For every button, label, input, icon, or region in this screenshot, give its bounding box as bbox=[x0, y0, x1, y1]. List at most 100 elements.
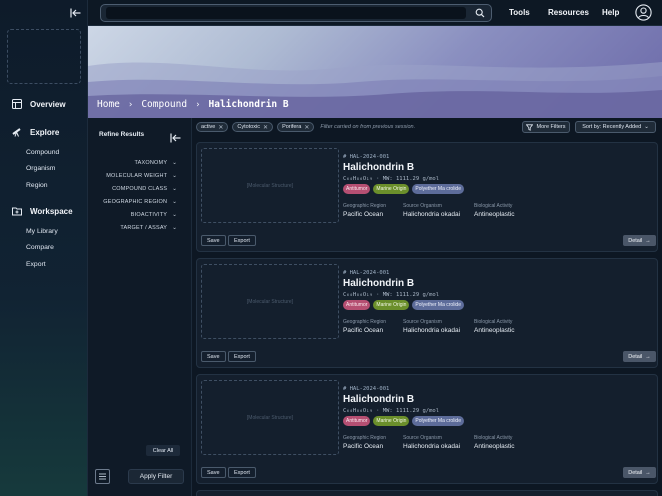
prop-value: Pacific Ocean bbox=[343, 443, 384, 450]
prop-biological-activity: Biological Activity Antineoplastic bbox=[474, 319, 514, 334]
nav-explore[interactable]: Explore bbox=[12, 127, 59, 137]
tag-marine-origin: Marine Origin bbox=[373, 184, 410, 194]
close-icon[interactable]: ✕ bbox=[218, 124, 223, 131]
breadcrumb-separator: › bbox=[195, 99, 201, 110]
molecular-structure-placeholder: [Molecular Structure] bbox=[201, 380, 339, 455]
nav-compare[interactable]: Compare bbox=[26, 244, 54, 251]
compound-name[interactable]: Halichondrin B bbox=[343, 278, 414, 289]
folder-plus-icon bbox=[12, 207, 22, 216]
filter-bioactivity[interactable]: BIOACTIVITY ⌄ bbox=[131, 212, 177, 218]
user-avatar-icon[interactable] bbox=[635, 4, 652, 21]
search-input[interactable] bbox=[106, 7, 466, 19]
tag-polyether: Polyether Ma crolide bbox=[412, 416, 464, 426]
molecular-structure-placeholder: [Molecular Structure] bbox=[201, 264, 339, 339]
more-filters-button[interactable]: More Filters bbox=[522, 121, 570, 133]
tag-list: Antitumor Marine Origin Polyether Ma cro… bbox=[343, 184, 464, 194]
filter-label: BIOACTIVITY bbox=[130, 212, 168, 218]
filter-chip[interactable]: active ✕ bbox=[196, 122, 229, 132]
nav-export[interactable]: Export bbox=[26, 261, 46, 268]
filter-chip[interactable]: Porifera ✕ bbox=[277, 122, 315, 132]
tools-link[interactable]: Tools bbox=[509, 8, 530, 17]
save-button[interactable]: Save bbox=[201, 235, 226, 246]
export-button[interactable]: Export bbox=[228, 351, 256, 362]
close-icon[interactable]: ✕ bbox=[304, 124, 309, 131]
prop-value: Halichondria okadai bbox=[403, 211, 461, 218]
arrow-right-icon: → bbox=[645, 469, 651, 476]
compound-id: # HAL-2024-001 bbox=[343, 386, 390, 392]
detail-button[interactable]: Detail → bbox=[623, 235, 656, 246]
tag-polyether: Polyether Ma crolide bbox=[412, 300, 464, 310]
prop-value: Pacific Ocean bbox=[343, 327, 384, 334]
sort-label: Sort by: Recently Added bbox=[582, 124, 642, 130]
topbar: Tools Resources Help bbox=[88, 0, 662, 26]
nav-overview-label: Overview bbox=[30, 99, 66, 109]
save-button[interactable]: Save bbox=[201, 467, 226, 478]
prop-geographic-region: Geographic Region Pacific Ocean bbox=[343, 203, 386, 218]
chip-label: Cytotoxic bbox=[237, 124, 261, 130]
filter-geographic-region[interactable]: GEOGRAPHIC REGION ⌄ bbox=[103, 199, 177, 205]
sort-select[interactable]: Sort by: Recently Added ⌄ bbox=[575, 121, 656, 133]
logo-placeholder bbox=[7, 29, 81, 84]
chevron-down-icon: ⌄ bbox=[172, 225, 177, 231]
nav-organism[interactable]: Organism bbox=[26, 165, 55, 172]
compound-name[interactable]: Halichondrin B bbox=[343, 162, 414, 173]
compound-id: # HAL-2024-001 bbox=[343, 154, 390, 160]
collapse-sidebar-icon[interactable] bbox=[68, 6, 82, 20]
prop-label: Biological Activity bbox=[474, 435, 513, 441]
filter-taxonomy[interactable]: TAXONOMY ⌄ bbox=[135, 160, 177, 166]
breadcrumb-home[interactable]: Home bbox=[97, 99, 120, 110]
save-button[interactable]: Save bbox=[201, 351, 226, 362]
detail-button[interactable]: Detail → bbox=[623, 467, 656, 478]
prop-value: Antineoplastic bbox=[474, 327, 515, 334]
apply-filter-button[interactable]: Apply Filter bbox=[128, 469, 184, 484]
breadcrumb-current: Halichondrin B bbox=[208, 99, 289, 110]
active-filter-chips: active ✕ Cytotoxic ✕ Porifera ✕ Filter carr… bbox=[196, 122, 415, 132]
search-bar bbox=[100, 4, 492, 22]
filter-panel-title: Refine Results bbox=[99, 131, 145, 138]
export-button[interactable]: Export bbox=[228, 235, 256, 246]
prop-label: Geographic Region bbox=[343, 435, 387, 441]
compound-name[interactable]: Halichondrin B bbox=[343, 394, 414, 405]
prop-label: Source Organism bbox=[403, 203, 442, 209]
prop-source-organism: Source Organism Halichondria okadai bbox=[403, 319, 460, 334]
filter-label: MOLECULAR WEIGHT bbox=[106, 173, 168, 179]
prop-label: Biological Activity bbox=[474, 319, 513, 325]
chevron-down-icon: ⌄ bbox=[172, 212, 177, 218]
collapse-filters-icon[interactable] bbox=[170, 130, 181, 143]
compound-card: [Molecular Structure] # HAL-2024-001 Hal… bbox=[196, 374, 658, 484]
hero-banner: Home › Compound › Halichondrin B bbox=[88, 26, 662, 118]
clear-all-button[interactable]: Clear All bbox=[146, 445, 180, 456]
nav-workspace[interactable]: Workspace bbox=[12, 206, 73, 216]
prop-value: Antineoplastic bbox=[474, 443, 515, 450]
filter-molecular-weight[interactable]: MOLECULAR WEIGHT ⌄ bbox=[106, 173, 177, 179]
arrow-right-icon: → bbox=[645, 237, 651, 244]
compound-formula: C₆₀H₈₆O₁₉ · MW: 1111.29 g/mol bbox=[343, 176, 440, 182]
filter-chip[interactable]: Cytotoxic ✕ bbox=[232, 122, 274, 132]
tag-antitumor: Antitumor bbox=[343, 416, 371, 426]
breadcrumb: Home › Compound › Halichondrin B bbox=[97, 99, 289, 110]
nav-region[interactable]: Region bbox=[26, 182, 48, 189]
nav-overview[interactable]: Overview bbox=[12, 99, 66, 109]
compound-formula: C₆₀H₈₆O₁₉ · MW: 1111.29 g/mol bbox=[343, 408, 440, 414]
export-button[interactable]: Export bbox=[228, 467, 256, 478]
help-link[interactable]: Help bbox=[602, 8, 619, 17]
chevron-down-icon: ⌄ bbox=[172, 199, 177, 205]
filter-settings-icon[interactable] bbox=[95, 469, 110, 484]
close-icon[interactable]: ✕ bbox=[263, 124, 268, 131]
resources-link[interactable]: Resources bbox=[548, 8, 589, 17]
tag-marine-origin: Marine Origin bbox=[373, 416, 410, 426]
nav-compound[interactable]: Compound bbox=[26, 149, 59, 156]
nav-my-library[interactable]: My Library bbox=[26, 228, 58, 235]
filter-label: COMPOUND CLASS bbox=[112, 186, 168, 192]
nav-workspace-label: Workspace bbox=[30, 206, 73, 216]
breadcrumb-compound[interactable]: Compound bbox=[141, 99, 187, 110]
search-icon[interactable] bbox=[472, 7, 488, 19]
prop-source-organism: Source Organism Halichondria okadai bbox=[403, 203, 460, 218]
prop-label: Source Organism bbox=[403, 319, 442, 325]
chevron-down-icon: ⌄ bbox=[644, 124, 649, 130]
detail-button[interactable]: Detail → bbox=[623, 351, 656, 362]
filter-compound-class[interactable]: COMPOUND CLASS ⌄ bbox=[112, 186, 177, 192]
filter-label: GEOGRAPHIC REGION bbox=[103, 199, 168, 205]
tag-antitumor: Antitumor bbox=[343, 300, 371, 310]
filter-target-assay[interactable]: TARGET / ASSAY ⌄ bbox=[120, 225, 177, 231]
